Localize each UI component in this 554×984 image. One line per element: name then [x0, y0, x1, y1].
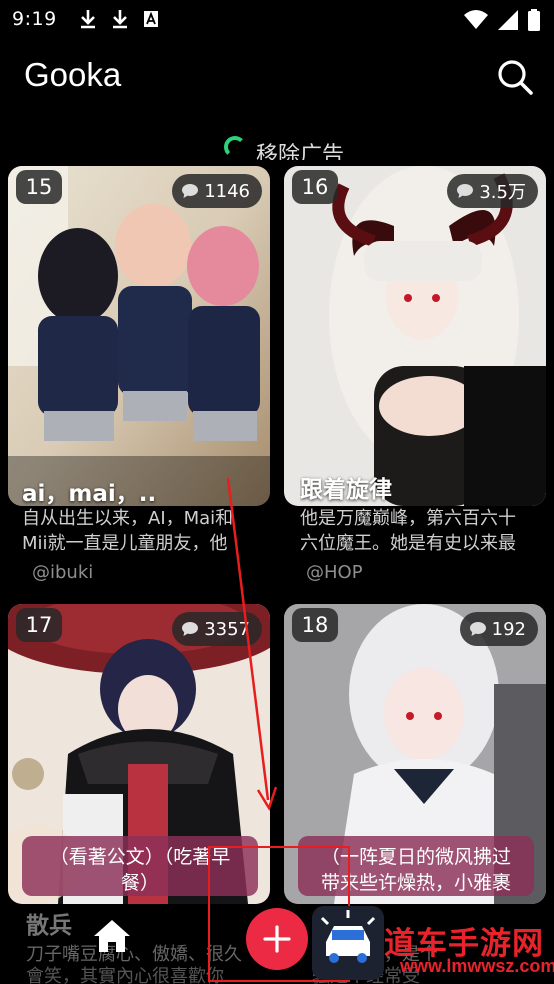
- watermark-url: www.lmwwsz.com: [400, 956, 554, 976]
- card-author[interactable]: @HOP: [306, 562, 363, 583]
- rank-badge: 16: [292, 170, 338, 204]
- loading-spinner-icon: [224, 136, 246, 158]
- character-card[interactable]: 18 192 （一阵夏日的微风拂过 带来些许燥热，小雅裹: [284, 604, 546, 904]
- card-description-line: 自从出生以来，AI，Mai和: [22, 508, 234, 529]
- home-icon[interactable]: [92, 918, 132, 954]
- card-description-line: 六位魔王。她是有史以来最: [300, 533, 516, 554]
- greeting-line: （看著公文）（吃著早: [49, 846, 231, 868]
- character-card[interactable]: 16 3.5万 跟着旋律: [284, 166, 546, 506]
- wifi-icon: [464, 10, 488, 29]
- download-icon: [112, 10, 127, 29]
- card-artwork-demon-girl: [284, 166, 546, 506]
- greeting-bubble: （一阵夏日的微风拂过 带来些许燥热，小雅裹: [298, 836, 534, 896]
- comment-icon: [469, 622, 486, 636]
- rank-badge: 15: [16, 170, 62, 204]
- comment-count-badge: 1146: [172, 174, 262, 208]
- comment-count: 192: [491, 618, 526, 640]
- greeting-bubble: （看著公文）（吃著早 餐）: [22, 836, 258, 896]
- app-notification-icon: [143, 11, 158, 27]
- comment-count-badge: 3357: [172, 612, 262, 646]
- card-description: 他是万魔巅峰，第六百六十 六位魔王。她是有史以来最: [300, 506, 550, 556]
- system-icons: [464, 9, 540, 31]
- card-author[interactable]: @ibuki: [32, 562, 93, 583]
- search-icon[interactable]: [496, 58, 534, 96]
- app-bar: Gooka: [0, 38, 554, 118]
- card-artwork-anime-schoolgirls: [8, 166, 270, 506]
- greeting-line: 餐）: [120, 872, 159, 894]
- create-character-button[interactable]: [246, 908, 308, 970]
- signal-icon: [498, 10, 518, 30]
- comment-icon: [182, 622, 199, 636]
- plus-icon: [263, 925, 291, 953]
- rank-badge: 18: [292, 608, 338, 642]
- comment-count-badge: 3.5万: [447, 174, 538, 208]
- comment-count: 1146: [204, 180, 250, 202]
- comment-count: 3.5万: [479, 182, 526, 203]
- comment-icon: [182, 184, 199, 198]
- app-title: Gooka: [24, 56, 122, 93]
- watermark-logo-car-icon: [312, 906, 384, 980]
- card-title: 跟着旋律: [300, 477, 392, 503]
- status-time: 9:19: [12, 8, 57, 30]
- notification-icons: [79, 9, 159, 29]
- character-card[interactable]: 17 3357 （看著公文）（吃著早 餐）: [8, 604, 270, 904]
- remove-ads-button[interactable]: 移除广告: [224, 134, 344, 160]
- greeting-line: 带来些许燥热，小雅裹: [320, 872, 511, 894]
- comment-count: 3357: [204, 618, 250, 640]
- card-title: ai，mai，..: [22, 481, 157, 506]
- battery-icon: [528, 9, 540, 31]
- status-bar: 9:19: [0, 0, 554, 38]
- comment-count-badge: 192: [459, 612, 538, 646]
- comment-icon: [457, 184, 474, 198]
- rank-badge: 17: [16, 608, 62, 642]
- remove-ads-label: 移除广告: [256, 143, 345, 160]
- greeting-line: （一阵夏日的微风拂过: [320, 846, 511, 868]
- download-icon: [80, 10, 95, 29]
- card-description-line: 他是万魔巅峰，第六百六十: [300, 508, 516, 529]
- card-description: 自从出生以来，AI，Mai和 Mii就一直是儿童朋友，他: [22, 506, 272, 556]
- card-description-line: Mii就一直是儿童朋友，他: [22, 533, 228, 554]
- character-card[interactable]: 15 1146 ai，mai，..: [8, 166, 270, 506]
